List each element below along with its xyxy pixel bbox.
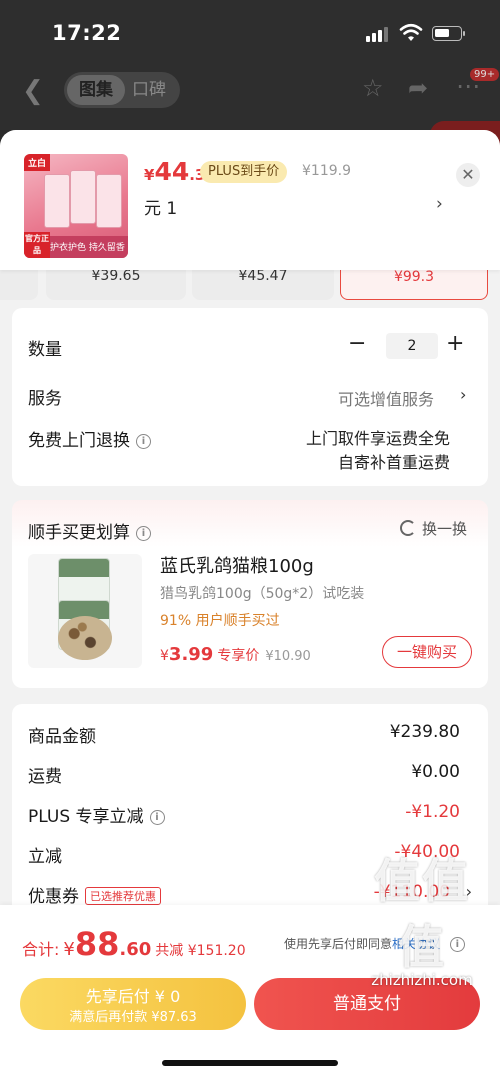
battery-icon [432,26,465,41]
share-icon[interactable]: ➦ [408,74,428,102]
coupon-tag: 已选推荐优惠 [85,887,161,905]
tab-gallery[interactable]: 图集 [67,75,125,105]
service-value[interactable]: 可选增值服务 [338,386,434,410]
free-return-label: 免费上门退换 i [28,426,151,451]
product-bags-image [44,170,124,228]
addon-product-image[interactable] [28,554,142,668]
addon-product-name[interactable]: 蓝氏乳鸽猫粮100g [160,552,314,578]
star-icon[interactable]: ☆ [362,74,384,102]
return-line-2: 自寄补首重运费 [337,453,450,472]
info-icon[interactable]: i [136,525,151,541]
tab-reviews[interactable]: 口碑 [132,75,178,105]
close-button[interactable]: ✕ [456,163,480,187]
pay-later-button[interactable]: 先享后付 ¥ 0 满意后再付款 ¥87.63 [20,978,246,1030]
top-nav: ❮ 图集 口碑 ☆ ➦ ⋯ [0,64,500,130]
plus-price: ¥44.3 [144,157,206,186]
back-icon[interactable]: ❮ [22,76,44,106]
plus-icon[interactable]: + [446,331,464,356]
info-icon[interactable]: i [149,809,165,825]
info-icon[interactable]: i [136,433,151,449]
chevron-right-icon[interactable]: › [460,385,466,404]
brand-tag: 立白 [24,154,51,171]
quantity-input[interactable]: 2 [386,333,438,359]
wifi-icon [399,23,423,41]
cellular-signal-icon [366,26,390,42]
minus-icon[interactable]: − [348,331,366,356]
chevron-right-icon[interactable]: › [436,194,443,214]
gallery-review-switch[interactable]: 图集 口碑 [64,72,180,108]
total-amount: 合计: ¥88.60 共减 ¥151.20 [22,925,246,963]
return-line-1: 上门取件享运费全免 [305,429,450,448]
quantity-label: 数量 [28,340,62,360]
message-badge: 99+ [470,68,500,81]
watermark-logo: 值值值 [374,854,470,974]
plus-price-tag: PLUS到手价 [200,161,288,183]
selected-spec[interactable]: 元 1 [144,194,177,219]
cat-food-image [58,616,112,660]
official-tag: 官方正品 [24,232,50,258]
status-bar: 17:22 [0,0,500,64]
addon-buy-rate: 91% 用户顺手买过 [160,613,280,629]
home-indicator [162,1060,338,1066]
watermark: 值值值 zhizhizhi.com [352,845,492,989]
product-header: 立白 护衣护色 持久留香 官方正品 ¥44.3 PLUS到手价 ¥119.9 ✕… [0,130,500,270]
addon-price: ¥3.99 专享价 ¥10.90 [160,644,311,665]
addon-card: 顺手买更划算 i 换一换 蓝氏乳鸽猫粮100g 猎鸟乳鸽100g（50g*2）试吃… [12,500,488,688]
addon-title: 顺手买更划算 i [28,518,151,543]
swap-button[interactable]: 换一换 [400,518,467,539]
one-click-buy-button[interactable]: 一键购买 [382,636,472,668]
product-thumbnail[interactable]: 立白 护衣护色 持久留香 官方正品 [24,154,128,258]
service-label: 服务 [28,389,62,409]
original-price: ¥119.9 [302,163,351,179]
status-time: 17:22 [52,21,122,45]
addon-product-desc: 猎鸟乳鸽100g（50g*2）试吃装 [160,586,365,602]
watermark-site: zhizhizhi.com [371,971,473,989]
refresh-icon [400,520,416,536]
